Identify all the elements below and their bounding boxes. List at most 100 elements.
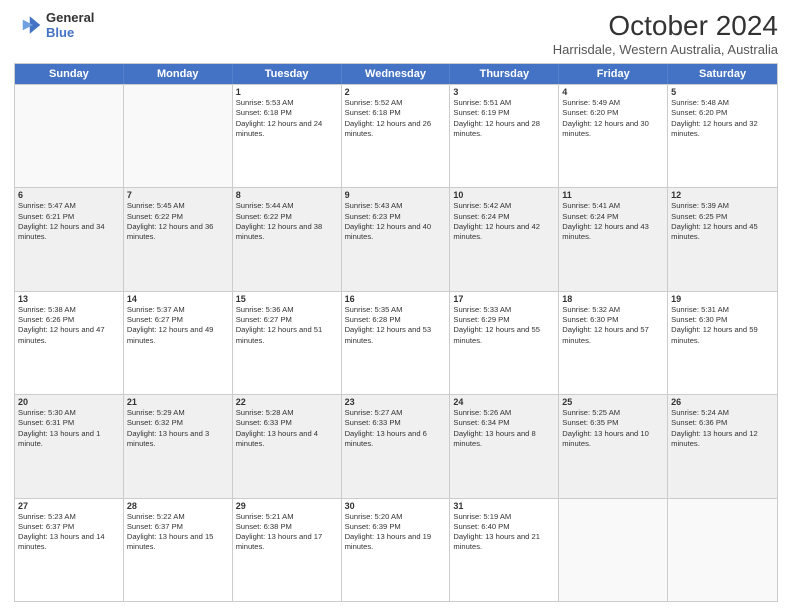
day-number: 26: [671, 397, 774, 407]
calendar-cell: [124, 85, 233, 187]
calendar-cell: 1Sunrise: 5:53 AMSunset: 6:18 PMDaylight…: [233, 85, 342, 187]
cell-info: Sunrise: 5:52 AMSunset: 6:18 PMDaylight:…: [345, 98, 447, 139]
day-number: 29: [236, 501, 338, 511]
calendar-cell: 10Sunrise: 5:42 AMSunset: 6:24 PMDayligh…: [450, 188, 559, 290]
day-number: 27: [18, 501, 120, 511]
calendar-week-row: 20Sunrise: 5:30 AMSunset: 6:31 PMDayligh…: [15, 394, 777, 497]
calendar-header-row: SundayMondayTuesdayWednesdayThursdayFrid…: [15, 64, 777, 84]
logo: General Blue: [14, 10, 94, 40]
calendar-cell: 18Sunrise: 5:32 AMSunset: 6:30 PMDayligh…: [559, 292, 668, 394]
day-number: 19: [671, 294, 774, 304]
cell-info: Sunrise: 5:20 AMSunset: 6:39 PMDaylight:…: [345, 512, 447, 553]
cell-info: Sunrise: 5:45 AMSunset: 6:22 PMDaylight:…: [127, 201, 229, 242]
day-number: 4: [562, 87, 664, 97]
calendar-cell: 17Sunrise: 5:33 AMSunset: 6:29 PMDayligh…: [450, 292, 559, 394]
calendar-cell: 11Sunrise: 5:41 AMSunset: 6:24 PMDayligh…: [559, 188, 668, 290]
calendar-cell: 4Sunrise: 5:49 AMSunset: 6:20 PMDaylight…: [559, 85, 668, 187]
day-number: 7: [127, 190, 229, 200]
cell-info: Sunrise: 5:23 AMSunset: 6:37 PMDaylight:…: [18, 512, 120, 553]
calendar-header-cell: Saturday: [668, 64, 777, 84]
calendar-cell: 27Sunrise: 5:23 AMSunset: 6:37 PMDayligh…: [15, 499, 124, 601]
day-number: 28: [127, 501, 229, 511]
cell-info: Sunrise: 5:36 AMSunset: 6:27 PMDaylight:…: [236, 305, 338, 346]
calendar-cell: [668, 499, 777, 601]
calendar-cell: 6Sunrise: 5:47 AMSunset: 6:21 PMDaylight…: [15, 188, 124, 290]
day-number: 5: [671, 87, 774, 97]
logo-text: General Blue: [46, 10, 94, 40]
day-number: 23: [345, 397, 447, 407]
subtitle: Harrisdale, Western Australia, Australia: [553, 42, 778, 57]
day-number: 17: [453, 294, 555, 304]
calendar-cell: 24Sunrise: 5:26 AMSunset: 6:34 PMDayligh…: [450, 395, 559, 497]
cell-info: Sunrise: 5:24 AMSunset: 6:36 PMDaylight:…: [671, 408, 774, 449]
calendar-week-row: 27Sunrise: 5:23 AMSunset: 6:37 PMDayligh…: [15, 498, 777, 601]
calendar-cell: 5Sunrise: 5:48 AMSunset: 6:20 PMDaylight…: [668, 85, 777, 187]
calendar-cell: 29Sunrise: 5:21 AMSunset: 6:38 PMDayligh…: [233, 499, 342, 601]
calendar-week-row: 6Sunrise: 5:47 AMSunset: 6:21 PMDaylight…: [15, 187, 777, 290]
day-number: 30: [345, 501, 447, 511]
cell-info: Sunrise: 5:51 AMSunset: 6:19 PMDaylight:…: [453, 98, 555, 139]
cell-info: Sunrise: 5:48 AMSunset: 6:20 PMDaylight:…: [671, 98, 774, 139]
cell-info: Sunrise: 5:49 AMSunset: 6:20 PMDaylight:…: [562, 98, 664, 139]
calendar-cell: [15, 85, 124, 187]
cell-info: Sunrise: 5:38 AMSunset: 6:26 PMDaylight:…: [18, 305, 120, 346]
main-title: October 2024: [553, 10, 778, 42]
day-number: 25: [562, 397, 664, 407]
cell-info: Sunrise: 5:22 AMSunset: 6:37 PMDaylight:…: [127, 512, 229, 553]
cell-info: Sunrise: 5:19 AMSunset: 6:40 PMDaylight:…: [453, 512, 555, 553]
calendar-body: 1Sunrise: 5:53 AMSunset: 6:18 PMDaylight…: [15, 84, 777, 601]
day-number: 16: [345, 294, 447, 304]
day-number: 1: [236, 87, 338, 97]
day-number: 6: [18, 190, 120, 200]
cell-info: Sunrise: 5:21 AMSunset: 6:38 PMDaylight:…: [236, 512, 338, 553]
calendar-header-cell: Wednesday: [342, 64, 451, 84]
calendar-cell: 22Sunrise: 5:28 AMSunset: 6:33 PMDayligh…: [233, 395, 342, 497]
calendar-cell: [559, 499, 668, 601]
day-number: 15: [236, 294, 338, 304]
day-number: 9: [345, 190, 447, 200]
calendar-cell: 26Sunrise: 5:24 AMSunset: 6:36 PMDayligh…: [668, 395, 777, 497]
page: General Blue October 2024 Harrisdale, We…: [0, 0, 792, 612]
cell-info: Sunrise: 5:26 AMSunset: 6:34 PMDaylight:…: [453, 408, 555, 449]
calendar-header-cell: Tuesday: [233, 64, 342, 84]
day-number: 21: [127, 397, 229, 407]
cell-info: Sunrise: 5:32 AMSunset: 6:30 PMDaylight:…: [562, 305, 664, 346]
day-number: 20: [18, 397, 120, 407]
cell-info: Sunrise: 5:30 AMSunset: 6:31 PMDaylight:…: [18, 408, 120, 449]
cell-info: Sunrise: 5:25 AMSunset: 6:35 PMDaylight:…: [562, 408, 664, 449]
calendar-week-row: 13Sunrise: 5:38 AMSunset: 6:26 PMDayligh…: [15, 291, 777, 394]
cell-info: Sunrise: 5:42 AMSunset: 6:24 PMDaylight:…: [453, 201, 555, 242]
calendar-cell: 25Sunrise: 5:25 AMSunset: 6:35 PMDayligh…: [559, 395, 668, 497]
cell-info: Sunrise: 5:39 AMSunset: 6:25 PMDaylight:…: [671, 201, 774, 242]
day-number: 8: [236, 190, 338, 200]
cell-info: Sunrise: 5:47 AMSunset: 6:21 PMDaylight:…: [18, 201, 120, 242]
day-number: 10: [453, 190, 555, 200]
calendar-cell: 30Sunrise: 5:20 AMSunset: 6:39 PMDayligh…: [342, 499, 451, 601]
day-number: 3: [453, 87, 555, 97]
day-number: 31: [453, 501, 555, 511]
calendar-cell: 7Sunrise: 5:45 AMSunset: 6:22 PMDaylight…: [124, 188, 233, 290]
calendar-header-cell: Thursday: [450, 64, 559, 84]
calendar-cell: 31Sunrise: 5:19 AMSunset: 6:40 PMDayligh…: [450, 499, 559, 601]
title-block: October 2024 Harrisdale, Western Austral…: [553, 10, 778, 57]
day-number: 14: [127, 294, 229, 304]
cell-info: Sunrise: 5:53 AMSunset: 6:18 PMDaylight:…: [236, 98, 338, 139]
logo-icon: [14, 11, 42, 39]
calendar-header-cell: Monday: [124, 64, 233, 84]
cell-info: Sunrise: 5:43 AMSunset: 6:23 PMDaylight:…: [345, 201, 447, 242]
day-number: 24: [453, 397, 555, 407]
day-number: 12: [671, 190, 774, 200]
header: General Blue October 2024 Harrisdale, We…: [14, 10, 778, 57]
calendar-cell: 28Sunrise: 5:22 AMSunset: 6:37 PMDayligh…: [124, 499, 233, 601]
calendar-cell: 13Sunrise: 5:38 AMSunset: 6:26 PMDayligh…: [15, 292, 124, 394]
calendar-cell: 8Sunrise: 5:44 AMSunset: 6:22 PMDaylight…: [233, 188, 342, 290]
day-number: 13: [18, 294, 120, 304]
calendar-header-cell: Friday: [559, 64, 668, 84]
calendar-week-row: 1Sunrise: 5:53 AMSunset: 6:18 PMDaylight…: [15, 84, 777, 187]
cell-info: Sunrise: 5:44 AMSunset: 6:22 PMDaylight:…: [236, 201, 338, 242]
calendar-cell: 16Sunrise: 5:35 AMSunset: 6:28 PMDayligh…: [342, 292, 451, 394]
cell-info: Sunrise: 5:33 AMSunset: 6:29 PMDaylight:…: [453, 305, 555, 346]
cell-info: Sunrise: 5:27 AMSunset: 6:33 PMDaylight:…: [345, 408, 447, 449]
day-number: 18: [562, 294, 664, 304]
cell-info: Sunrise: 5:29 AMSunset: 6:32 PMDaylight:…: [127, 408, 229, 449]
